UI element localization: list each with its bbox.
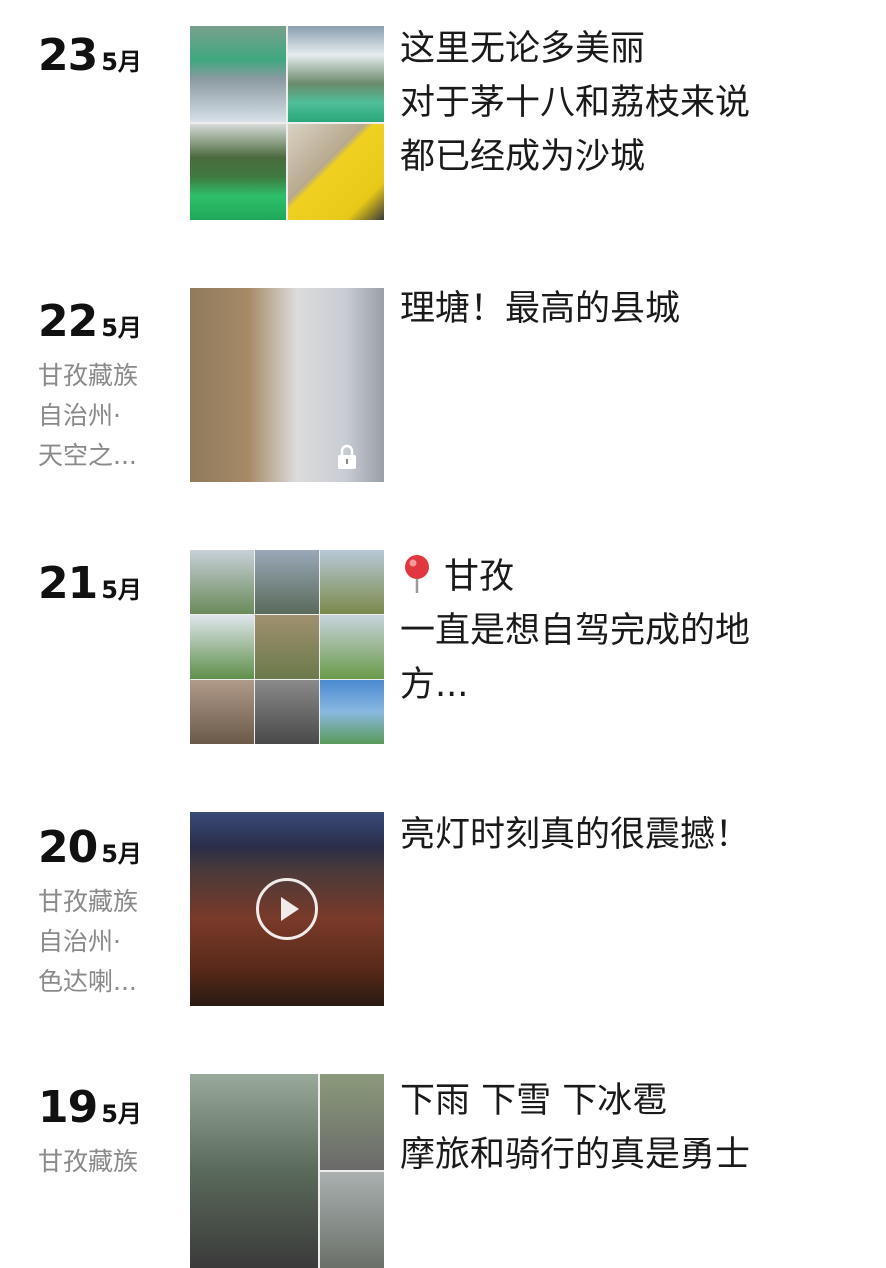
- caption-line: 对于茅十八和荔枝来说: [400, 83, 751, 123]
- entry-location: 甘孜藏族 自治州· 色达喇...: [38, 882, 138, 1002]
- location-line: 自治州·: [38, 401, 121, 430]
- location-line: 甘孜藏族: [38, 1147, 139, 1176]
- photo-thumbnail[interactable]: [255, 680, 319, 744]
- location-line: 天空之...: [38, 441, 137, 470]
- entry-date: 23 5月: [38, 30, 142, 81]
- photo-thumbnail[interactable]: [288, 26, 384, 122]
- date-day: 19: [38, 1082, 98, 1133]
- photo-thumbnail[interactable]: [320, 1074, 384, 1170]
- entry-date: 22 5月: [38, 296, 142, 347]
- location-line: 甘孜藏族: [38, 887, 139, 916]
- photo-grid[interactable]: [190, 26, 384, 220]
- date-month: 5月: [101, 314, 142, 342]
- photo-thumbnail[interactable]: [190, 288, 384, 482]
- entry-date: 20 5月: [38, 822, 142, 873]
- photo-thumbnail[interactable]: [190, 124, 286, 220]
- entry-date: 21 5月: [38, 558, 142, 609]
- date-month: 5月: [101, 1100, 142, 1128]
- photo-grid[interactable]: [190, 550, 384, 744]
- caption-line: 一直是想自驾完成的地: [400, 611, 751, 651]
- caption-line: 这里无论多美丽: [400, 29, 646, 69]
- photo-thumbnail[interactable]: [288, 124, 384, 220]
- entry-caption: 下雨 下雪 下冰雹 摩旅和骑行的真是勇士: [400, 1074, 880, 1182]
- location-pin-icon: [405, 555, 429, 593]
- photo-thumbnail[interactable]: [320, 615, 384, 679]
- location-line: 色达喇...: [38, 967, 137, 996]
- location-line: 甘孜藏族: [38, 361, 139, 390]
- entry-caption: 甘孜 一直是想自驾完成的地 方...: [400, 550, 880, 712]
- photo-thumbnail[interactable]: [190, 615, 254, 679]
- caption-line: 亮灯时刻真的很震撼！: [400, 815, 751, 855]
- caption-line: 方...: [400, 665, 469, 705]
- photo-thumbnail[interactable]: [320, 1172, 384, 1268]
- play-triangle: [281, 897, 299, 921]
- entry-caption: 这里无论多美丽 对于茅十八和荔枝来说 都已经成为沙城: [400, 22, 880, 184]
- photo-thumbnail[interactable]: [320, 680, 384, 744]
- entry-caption: 理塘！最高的县城: [400, 282, 880, 336]
- date-day: 22: [38, 296, 98, 347]
- photo-thumbnail[interactable]: [190, 680, 254, 744]
- entry-location: 甘孜藏族: [38, 1142, 138, 1182]
- caption-line: 甘孜: [400, 550, 880, 604]
- photo-thumbnail[interactable]: [255, 550, 319, 614]
- caption-text: 甘孜: [444, 557, 515, 597]
- photo-thumbnail[interactable]: [190, 1074, 318, 1268]
- caption-line: 理塘！最高的县城: [400, 289, 681, 329]
- entry-location: 甘孜藏族 自治州· 天空之...: [38, 356, 138, 476]
- date-month: 5月: [101, 48, 142, 76]
- entry-date: 19 5月: [38, 1082, 142, 1133]
- lock-icon: [338, 444, 356, 469]
- date-month: 5月: [101, 576, 142, 604]
- caption-line: 都已经成为沙城: [400, 137, 646, 177]
- date-day: 21: [38, 558, 98, 609]
- photo-thumbnail[interactable]: [190, 550, 254, 614]
- location-line: 自治州·: [38, 927, 121, 956]
- caption-line: 下雨 下雪 下冰雹: [400, 1081, 668, 1121]
- date-day: 23: [38, 30, 98, 81]
- date-day: 20: [38, 822, 98, 873]
- caption-line: 摩旅和骑行的真是勇士: [400, 1135, 751, 1175]
- entry-caption: 亮灯时刻真的很震撼！: [400, 808, 880, 862]
- photo-thumbnail[interactable]: [255, 615, 319, 679]
- date-month: 5月: [101, 840, 142, 868]
- photo-thumbnail[interactable]: [320, 550, 384, 614]
- play-icon[interactable]: [256, 878, 318, 940]
- photo-thumbnail[interactable]: [190, 26, 286, 122]
- photo-grid[interactable]: [190, 1074, 384, 1268]
